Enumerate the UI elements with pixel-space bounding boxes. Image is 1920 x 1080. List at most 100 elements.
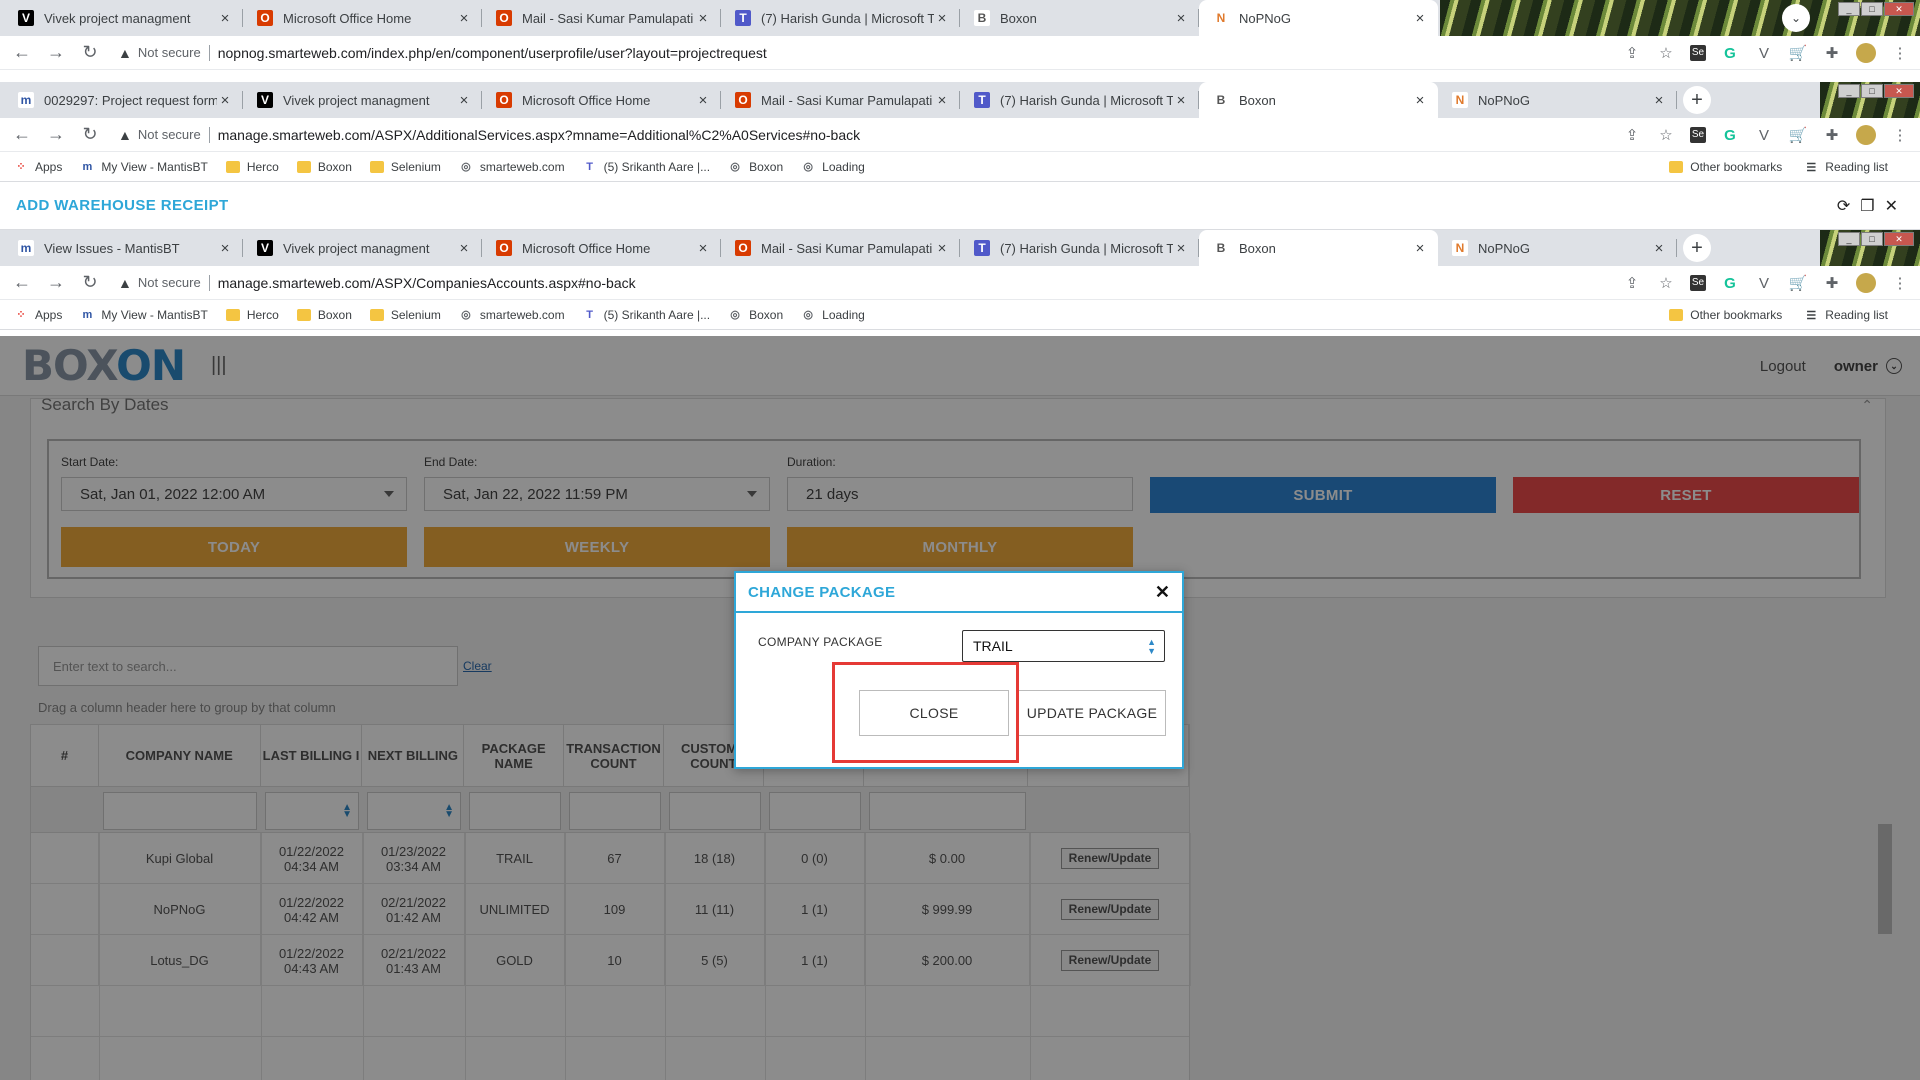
star-icon[interactable]: ☆	[1656, 274, 1676, 292]
vimium-icon[interactable]: V	[1754, 275, 1774, 292]
bookmark-item[interactable]: Boxon	[296, 160, 352, 174]
browser-tab[interactable]: N NoPNoG ×	[1438, 230, 1677, 266]
cart-off-icon[interactable]: 🛒	[1788, 274, 1808, 292]
tab-close-icon[interactable]: ×	[456, 10, 472, 27]
back-icon[interactable]: ←	[8, 124, 36, 145]
tab-close-icon[interactable]: ×	[1651, 92, 1667, 109]
bookmark-item[interactable]: ◎ Boxon	[728, 160, 783, 174]
close-window-icon[interactable]: ✕	[1884, 232, 1914, 246]
menu-kebab-icon[interactable]: ⋮	[1890, 44, 1910, 62]
tab-close-icon[interactable]: ×	[934, 92, 950, 109]
address-bar[interactable]: ▲ Not secure manage.smarteweb.com/ASPX/A…	[110, 121, 1610, 149]
refresh-icon[interactable]: ⟳	[1837, 196, 1850, 216]
browser-tab[interactable]: O Microsoft Office Home ×	[482, 82, 721, 118]
address-bar[interactable]: ▲ Not secure nopnog.smarteweb.com/index.…	[110, 39, 1610, 67]
bookmark-item[interactable]: Boxon	[296, 308, 352, 322]
tab-close-icon[interactable]: ×	[1651, 240, 1667, 257]
back-icon[interactable]: ←	[8, 42, 36, 63]
bookmark-item[interactable]: m My View - MantisBT	[80, 308, 207, 322]
bookmark-item[interactable]: Selenium	[369, 160, 441, 174]
tab-close-icon[interactable]: ×	[1173, 240, 1189, 257]
close-window-icon[interactable]: ✕	[1884, 2, 1914, 16]
star-icon[interactable]: ☆	[1656, 44, 1676, 62]
update-package-button[interactable]: UPDATE PACKAGE	[1018, 690, 1166, 736]
profile-avatar[interactable]	[1856, 125, 1876, 145]
bookmark-item[interactable]: Herco	[225, 308, 279, 322]
profile-avatar[interactable]	[1856, 43, 1876, 63]
extensions-puzzle-icon[interactable]: ✚	[1822, 44, 1842, 62]
tab-close-icon[interactable]: ×	[695, 92, 711, 109]
minimize-icon[interactable]: _	[1838, 2, 1860, 16]
reading-list[interactable]: ☰ Reading list	[1804, 308, 1888, 322]
minimize-icon[interactable]: _	[1838, 232, 1860, 246]
star-icon[interactable]: ☆	[1656, 126, 1676, 144]
tab-close-icon[interactable]: ×	[695, 240, 711, 257]
company-package-select[interactable]: TRAIL ▲ ▼	[962, 630, 1165, 662]
bookmark-item[interactable]: ◎ Loading	[801, 308, 865, 322]
bookmark-item[interactable]: T (5) Srikanth Aare |...	[583, 308, 710, 322]
other-bookmarks[interactable]: Other bookmarks	[1669, 160, 1782, 174]
browser-tab[interactable]: V Vivek project managment ×	[4, 0, 243, 36]
reload-icon[interactable]: ↻	[76, 42, 104, 63]
tab-close-icon[interactable]: ×	[217, 92, 233, 109]
browser-tab[interactable]: B Boxon ×	[1199, 82, 1438, 118]
browser-tab[interactable]: O Mail - Sasi Kumar Pamulapati - O×	[721, 230, 960, 266]
extensions-puzzle-icon[interactable]: ✚	[1822, 126, 1842, 144]
vimium-icon[interactable]: V	[1754, 127, 1774, 144]
bookmark-item[interactable]: Selenium	[369, 308, 441, 322]
browser-tab[interactable]: O Mail - Sasi Kumar Pamulapati - O×	[482, 0, 721, 36]
menu-kebab-icon[interactable]: ⋮	[1890, 274, 1910, 292]
bookmark-item[interactable]: T (5) Srikanth Aare |...	[583, 160, 710, 174]
browser-tab[interactable]: N NoPNoG ×	[1199, 0, 1438, 36]
tab-close-icon[interactable]: ×	[1412, 240, 1428, 257]
bookmark-item[interactable]: ◎ smarteweb.com	[459, 160, 565, 174]
tab-close-icon[interactable]: ×	[1173, 10, 1189, 27]
maximize-icon[interactable]: □	[1861, 232, 1883, 246]
bookmark-item[interactable]: m My View - MantisBT	[80, 160, 207, 174]
grammarly-icon[interactable]: G	[1720, 127, 1740, 144]
browser-tab[interactable]: N NoPNoG ×	[1438, 82, 1677, 118]
browser-tab[interactable]: B Boxon ×	[960, 0, 1199, 36]
tab-close-icon[interactable]: ×	[1173, 92, 1189, 109]
browser-tab[interactable]: O Microsoft Office Home ×	[243, 0, 482, 36]
tab-close-icon[interactable]: ×	[1412, 92, 1428, 109]
selenium-extension-icon[interactable]: Se	[1690, 275, 1706, 291]
close-icon[interactable]: ✕	[1885, 196, 1898, 216]
vimium-icon[interactable]: V	[1754, 45, 1774, 62]
address-bar[interactable]: ▲ Not secure manage.smarteweb.com/ASPX/C…	[110, 269, 1610, 297]
browser-tab[interactable]: T (7) Harish Gunda | Microsoft Tean×	[960, 230, 1199, 266]
bookmark-item[interactable]: ◎ Boxon	[728, 308, 783, 322]
cart-off-icon[interactable]: 🛒	[1788, 126, 1808, 144]
selenium-extension-icon[interactable]: Se	[1690, 127, 1706, 143]
close-icon[interactable]: ✕	[1155, 582, 1170, 603]
browser-tab[interactable]: O Mail - Sasi Kumar Pamulapati - O×	[721, 82, 960, 118]
bookmark-item[interactable]: Herco	[225, 160, 279, 174]
menu-kebab-icon[interactable]: ⋮	[1890, 126, 1910, 144]
tab-close-icon[interactable]: ×	[217, 240, 233, 257]
tab-close-icon[interactable]: ×	[456, 240, 472, 257]
bookmark-item[interactable]: ◎ Loading	[801, 160, 865, 174]
grammarly-icon[interactable]: G	[1720, 45, 1740, 62]
reading-list[interactable]: ☰ Reading list	[1804, 160, 1888, 174]
browser-tab[interactable]: m View Issues - MantisBT ×	[4, 230, 243, 266]
cart-off-icon[interactable]: 🛒	[1788, 44, 1808, 62]
grammarly-icon[interactable]: G	[1720, 275, 1740, 292]
bookmark-item[interactable]: ⁘ Apps	[14, 160, 62, 174]
maximize-icon[interactable]: □	[1861, 84, 1883, 98]
other-bookmarks[interactable]: Other bookmarks	[1669, 308, 1782, 322]
tab-close-icon[interactable]: ×	[217, 10, 233, 27]
selenium-extension-icon[interactable]: Se	[1690, 45, 1706, 61]
tab-close-icon[interactable]: ×	[934, 10, 950, 27]
reload-icon[interactable]: ↻	[76, 124, 104, 145]
bookmark-item[interactable]: ◎ smarteweb.com	[459, 308, 565, 322]
forward-icon[interactable]: →	[42, 272, 70, 293]
close-window-icon[interactable]: ✕	[1884, 84, 1914, 98]
browser-tab[interactable]: m 0029297: Project request form: A ×	[4, 82, 243, 118]
profile-avatar[interactable]	[1856, 273, 1876, 293]
tab-search-icon[interactable]: ⌄	[1782, 4, 1810, 32]
minimize-icon[interactable]: _	[1838, 84, 1860, 98]
new-tab-icon[interactable]: +	[1683, 86, 1711, 114]
share-icon[interactable]: ⇪	[1622, 44, 1642, 62]
tab-close-icon[interactable]: ×	[695, 10, 711, 27]
back-icon[interactable]: ←	[8, 272, 36, 293]
